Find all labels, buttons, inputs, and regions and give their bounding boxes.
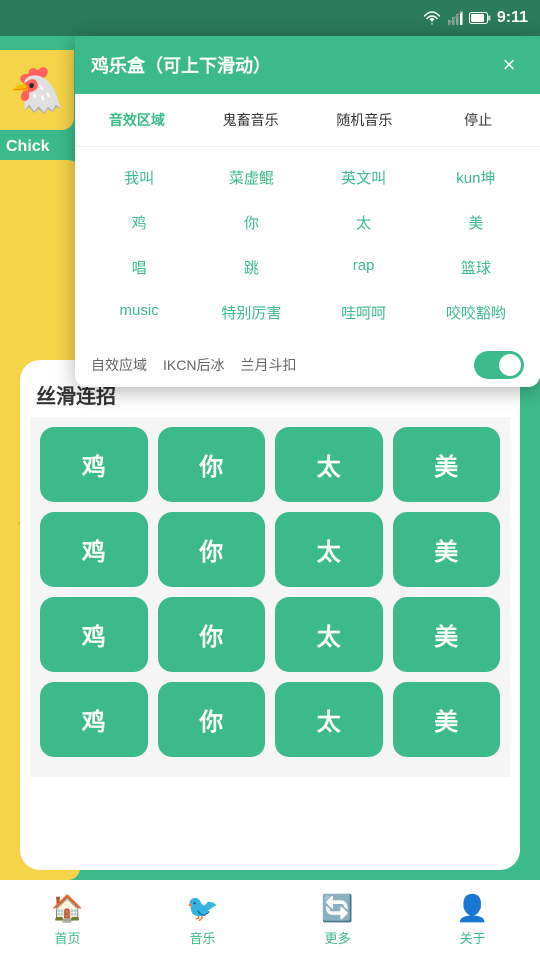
sound-cell-13[interactable]: 特别厉害 bbox=[195, 290, 307, 335]
modal-close-button[interactable]: × bbox=[494, 50, 524, 80]
combo-btn-r2-c3[interactable]: 美 bbox=[393, 597, 501, 672]
nav-home[interactable]: 🏠 首页 bbox=[51, 893, 83, 947]
sound-cell-12[interactable]: music bbox=[83, 290, 195, 335]
combo-btn-r1-c1[interactable]: 你 bbox=[158, 512, 266, 587]
chick-label: Chick bbox=[0, 136, 56, 158]
sound-cell-0[interactable]: 我叫 bbox=[83, 155, 195, 200]
sound-cell-10[interactable]: rap bbox=[308, 245, 420, 290]
toggle-label-1: 自效应域 bbox=[91, 355, 147, 375]
combo-btn-r3-c0[interactable]: 鸡 bbox=[40, 682, 148, 757]
combo-row-3: 鸡你太美 bbox=[40, 597, 500, 672]
about-icon: 👤 bbox=[456, 893, 488, 924]
combo-row-1: 鸡你太美 bbox=[40, 427, 500, 502]
toggle-row: 自效应域 IKCN后冰 兰月斗扣 bbox=[75, 343, 540, 387]
chick-avatar: 🐔 bbox=[0, 50, 74, 130]
sound-cell-2[interactable]: 英文叫 bbox=[308, 155, 420, 200]
status-bar: 9:11 bbox=[0, 0, 540, 36]
sound-cell-14[interactable]: 哇呵呵 bbox=[308, 290, 420, 335]
combo-btn-r3-c3[interactable]: 美 bbox=[393, 682, 501, 757]
combo-btn-r2-c2[interactable]: 太 bbox=[275, 597, 383, 672]
music-icon: 🐦 bbox=[186, 893, 218, 924]
combo-btn-r1-c0[interactable]: 鸡 bbox=[40, 512, 148, 587]
modal-title: 鸡乐盒（可上下滑动） bbox=[91, 52, 271, 78]
combo-grid-area: 鸡你太美 鸡你太美 鸡你太美 鸡你太美 bbox=[30, 417, 510, 777]
sound-cell-15[interactable]: 咬咬豁哟 bbox=[420, 290, 532, 335]
combo-btn-r1-c3[interactable]: 美 bbox=[393, 512, 501, 587]
toggle-label-3: 兰月斗扣 bbox=[240, 355, 296, 375]
combo-btn-r2-c0[interactable]: 鸡 bbox=[40, 597, 148, 672]
nav-about[interactable]: 👤 关于 bbox=[456, 893, 488, 947]
tab-sound-effects[interactable]: 音效区域 bbox=[83, 104, 191, 136]
status-icons: 9:11 bbox=[423, 9, 528, 27]
sound-cell-11[interactable]: 篮球 bbox=[420, 245, 532, 290]
nav-about-label: 关于 bbox=[459, 928, 485, 947]
modal-dialog: 鸡乐盒（可上下滑动） × 音效区域 鬼畜音乐 随机音乐 停止 我叫菜虚鲲英文叫k… bbox=[75, 36, 540, 387]
sound-cell-9[interactable]: 跳 bbox=[195, 245, 307, 290]
bottom-navigation: 🏠 首页 🐦 音乐 🔄 更多 👤 关于 bbox=[0, 880, 540, 960]
sound-cell-4[interactable]: 鸡 bbox=[83, 200, 195, 245]
combo-btn-r0-c1[interactable]: 你 bbox=[158, 427, 266, 502]
status-time: 9:11 bbox=[497, 9, 528, 27]
combo-btn-r3-c1[interactable]: 你 bbox=[158, 682, 266, 757]
home-icon: 🏠 bbox=[51, 893, 83, 924]
nav-more-label: 更多 bbox=[324, 928, 350, 947]
tab-random-music[interactable]: 随机音乐 bbox=[311, 104, 419, 136]
sound-cell-8[interactable]: 唱 bbox=[83, 245, 195, 290]
nav-more[interactable]: 🔄 更多 bbox=[321, 893, 353, 947]
combo-btn-r2-c1[interactable]: 你 bbox=[158, 597, 266, 672]
sound-cell-5[interactable]: 你 bbox=[195, 200, 307, 245]
combo-btn-r0-c2[interactable]: 太 bbox=[275, 427, 383, 502]
tab-stop[interactable]: 停止 bbox=[424, 104, 532, 136]
sound-cell-3[interactable]: kun坤 bbox=[420, 155, 532, 200]
more-icon: 🔄 bbox=[321, 893, 353, 924]
toggle-label-group: 自效应域 IKCN后冰 兰月斗扣 bbox=[91, 355, 296, 375]
combo-row-2: 鸡你太美 bbox=[40, 512, 500, 587]
combo-btn-r0-c3[interactable]: 美 bbox=[393, 427, 501, 502]
combo-row-4: 鸡你太美 bbox=[40, 682, 500, 757]
toggle-label-2: IKCN后冰 bbox=[163, 355, 224, 375]
modal-header: 鸡乐盒（可上下滑动） × bbox=[75, 36, 540, 94]
modal-tabs: 音效区域 鬼畜音乐 随机音乐 停止 bbox=[75, 94, 540, 147]
tab-ghost-music[interactable]: 鬼畜音乐 bbox=[197, 104, 305, 136]
combo-btn-r1-c2[interactable]: 太 bbox=[275, 512, 383, 587]
wifi-icon bbox=[423, 11, 441, 25]
sound-grid: 我叫菜虚鲲英文叫kun坤鸡你太美唱跳rap篮球 music特别厉害哇呵呵咬咬豁哟 bbox=[75, 147, 540, 343]
toggle-switch[interactable] bbox=[474, 351, 524, 379]
nav-home-label: 首页 bbox=[54, 928, 80, 947]
sound-cell-6[interactable]: 太 bbox=[308, 200, 420, 245]
sound-cell-7[interactable]: 美 bbox=[420, 200, 532, 245]
combo-btn-r3-c2[interactable]: 太 bbox=[275, 682, 383, 757]
sound-cell-1[interactable]: 菜虚鲲 bbox=[195, 155, 307, 200]
nav-music-label: 音乐 bbox=[189, 928, 215, 947]
battery-icon bbox=[469, 12, 491, 24]
nav-music[interactable]: 🐦 音乐 bbox=[186, 893, 218, 947]
signal-icon bbox=[447, 10, 463, 26]
combo-btn-r0-c0[interactable]: 鸡 bbox=[40, 427, 148, 502]
